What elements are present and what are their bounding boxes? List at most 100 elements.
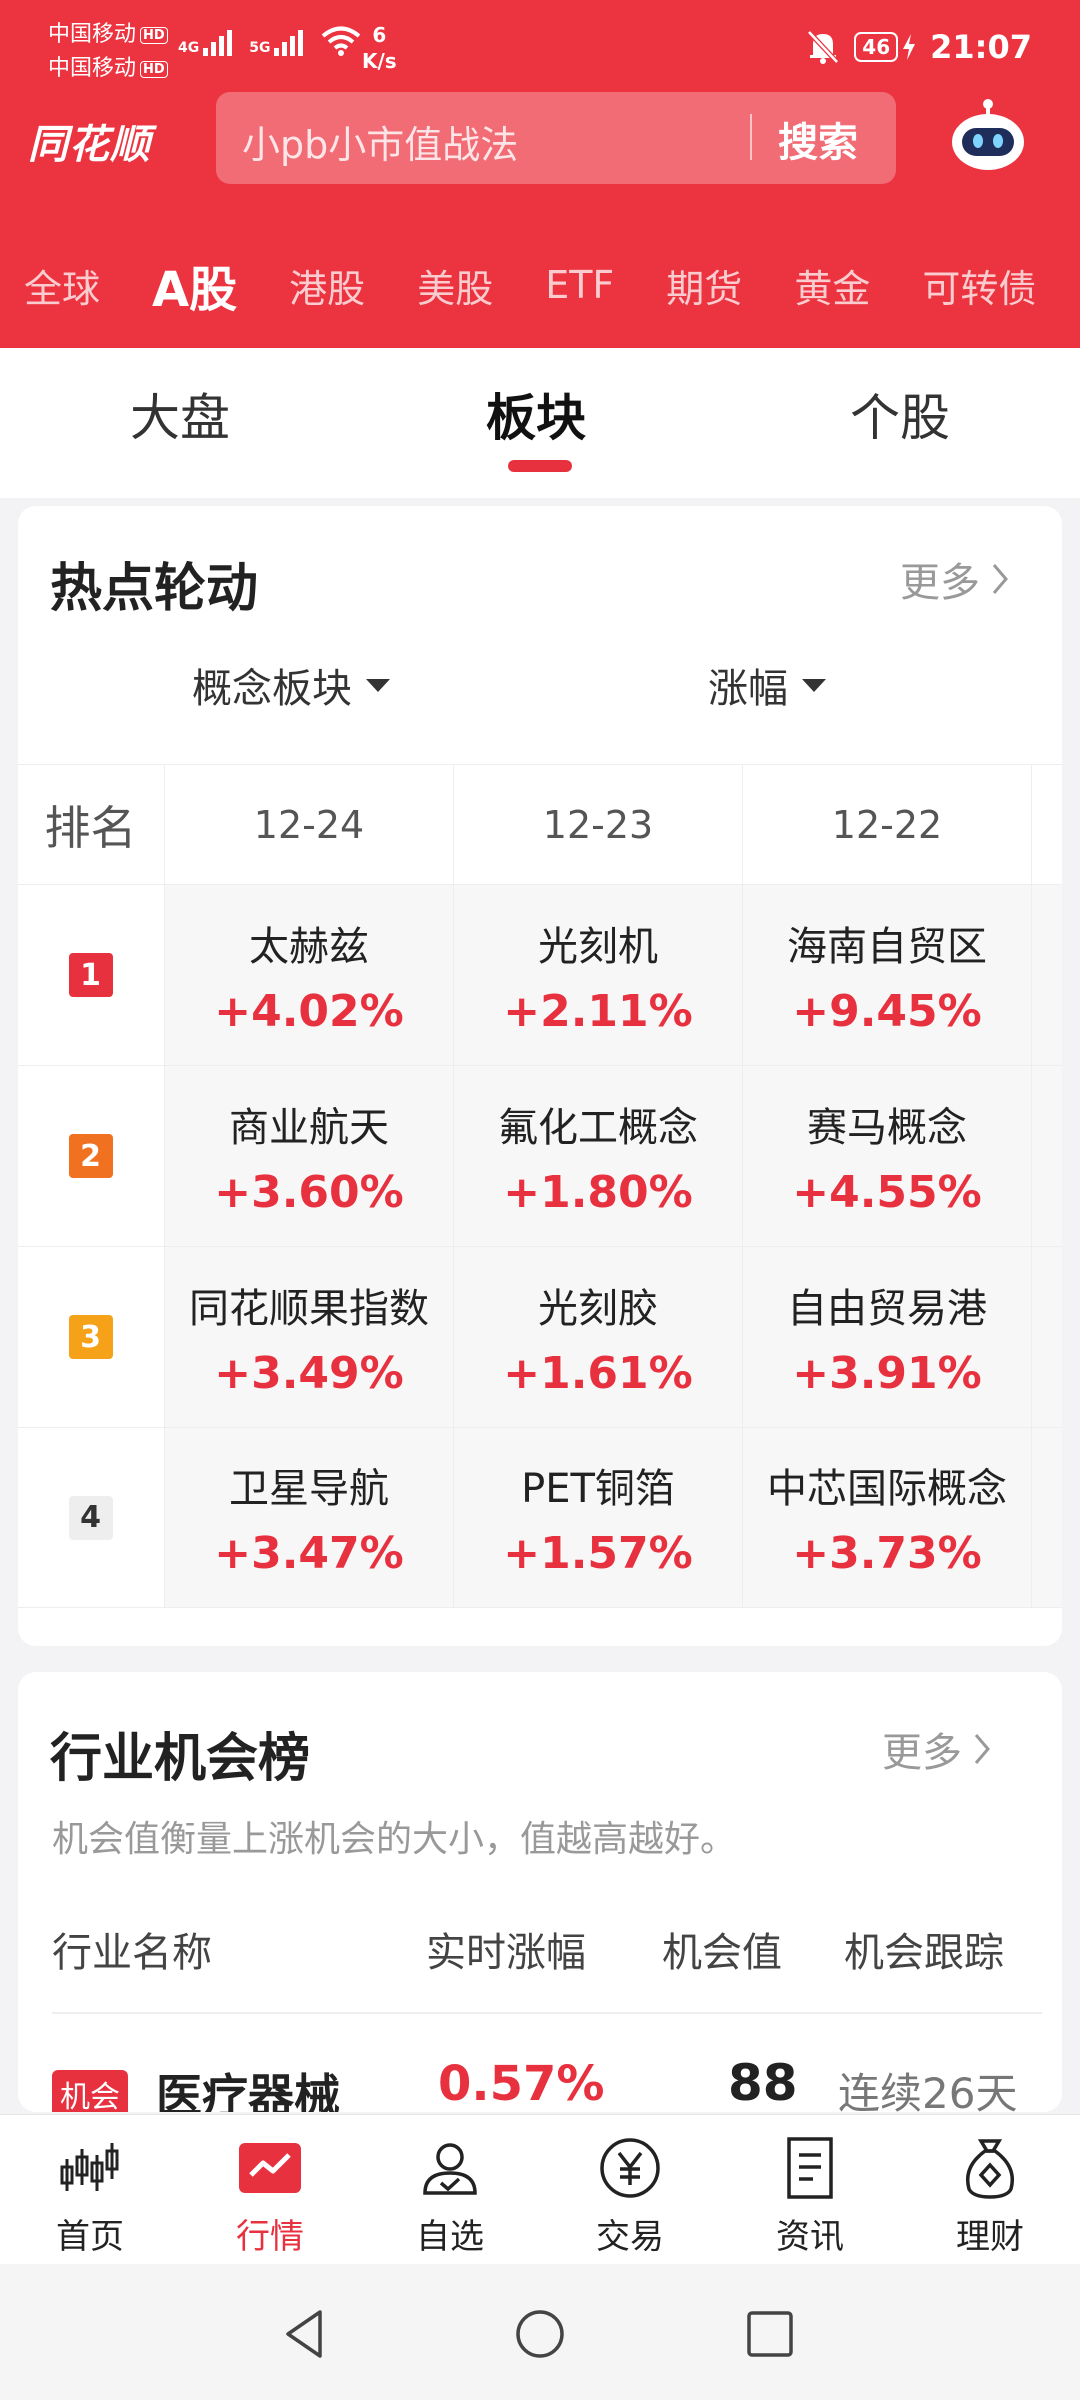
sector-cell[interactable]: 光刻机 +2.11%	[453, 885, 742, 1065]
date-header: 12-22	[831, 802, 943, 847]
sector-cell[interactable]: 自由贸易港 +3.91%	[742, 1247, 1031, 1427]
nav-label: 首页	[56, 2217, 124, 2257]
status-right: 46 21:07	[806, 28, 1032, 66]
hd-badge: HD	[140, 60, 168, 78]
nav-market[interactable]: 行情	[180, 2135, 360, 2258]
sector-cell[interactable]: 氟化工概念 +1.80%	[453, 1066, 742, 1246]
overflow-column	[1031, 1066, 1062, 1246]
sector-cell[interactable]: PET铜箔 +1.57%	[453, 1428, 742, 1607]
sector-cell[interactable]: 海南自贸区 +9.45%	[742, 885, 1031, 1065]
date-header: 12-23	[542, 802, 654, 847]
nav-label: 交易	[596, 2217, 664, 2257]
sector-change: +1.61%	[503, 1347, 693, 1399]
sector-cell[interactable]: 赛马概念 +4.55%	[742, 1066, 1031, 1246]
rank-cell: 3	[18, 1247, 163, 1427]
sector-name: 同花顺果指数	[189, 1285, 429, 1332]
sector-name: 商业航天	[229, 1104, 389, 1151]
net-type-4g: 4G	[178, 40, 200, 56]
active-tab-indicator	[508, 460, 572, 472]
market-tab[interactable]: 美股	[417, 258, 493, 313]
tab-gegu[interactable]: 个股	[850, 378, 950, 450]
money-bag-icon	[966, 2139, 1014, 2199]
market-tab[interactable]: A股	[152, 250, 237, 320]
wifi-icon	[322, 26, 361, 56]
market-tab[interactable]: ETF	[545, 263, 614, 307]
industry-more-link[interactable]: 更多	[882, 1720, 992, 1778]
search-bar[interactable]: 小pb小市值战法 搜索	[216, 92, 896, 184]
nav-watchlist[interactable]: 自选	[360, 2135, 540, 2258]
industry-tracking: 连续26天	[838, 2069, 1018, 2112]
nav-label: 自选	[416, 2217, 484, 2257]
back-icon[interactable]	[276, 2304, 336, 2364]
chevron-right-icon	[992, 564, 1008, 594]
sector-name: 卫星导航	[229, 1466, 389, 1512]
opportunity-tag: 机会	[52, 2070, 128, 2112]
market-tab[interactable]: 可转债	[922, 258, 1036, 313]
nav-label: 资讯	[776, 2217, 844, 2257]
sector-cell[interactable]: 卫星导航 +3.47%	[164, 1428, 453, 1607]
carrier-info: 中国移动 HD 中国移动 HD	[48, 18, 168, 86]
search-divider	[750, 114, 752, 160]
col-realtime-change[interactable]: 实时涨幅	[426, 1920, 586, 1978]
hot-rotation-more-link[interactable]: 更多	[900, 550, 1010, 608]
date-header-cell: 12-24	[164, 765, 453, 884]
tab-dapan[interactable]: 大盘	[130, 378, 230, 450]
sector-change: +3.47%	[214, 1528, 404, 1579]
nav-news[interactable]: 资讯	[720, 2135, 900, 2258]
sort-filter[interactable]: 涨幅	[708, 656, 826, 714]
industry-subtitle: 机会值衡量上涨机会的大小，值越高越好。	[52, 1819, 737, 1860]
hot-rotation-table: 排名 12-24 12-23 12-22 1 太赫兹 +4.02% 光刻机 +2.11%…	[18, 764, 1062, 1608]
sector-cell[interactable]: 商业航天 +3.60%	[164, 1066, 453, 1246]
document-icon	[787, 2137, 833, 2199]
network-indicators: 4G 5G	[178, 24, 362, 56]
more-label: 更多	[900, 560, 980, 606]
market-tab[interactable]: 黄金	[794, 258, 870, 313]
sector-name: 光刻胶	[538, 1285, 658, 1332]
sector-name: PET铜箔	[521, 1466, 675, 1512]
home-icon[interactable]	[510, 2304, 570, 2364]
speed-unit: K/s	[362, 49, 397, 73]
nav-trade[interactable]: 交易	[540, 2135, 720, 2258]
industry-change: 0.57%	[438, 2056, 605, 2112]
overflow-column	[1031, 885, 1062, 1065]
sector-name: 自由贸易港	[787, 1285, 987, 1332]
nav-label: 行情	[236, 2217, 304, 2257]
chevron-right-icon	[974, 1734, 990, 1764]
sector-cell[interactable]: 同花顺果指数 +3.49%	[164, 1247, 453, 1427]
sector-change: +1.80%	[503, 1166, 693, 1218]
nav-home[interactable]: 首页	[0, 2135, 180, 2258]
col-opportunity-tracking: 机会跟踪	[844, 1930, 1004, 1976]
market-tab[interactable]: 全球	[24, 258, 100, 313]
market-tab[interactable]: 期货	[666, 258, 742, 313]
tab-bankuai[interactable]: 板块	[486, 378, 586, 450]
rank-badge: 1	[68, 953, 113, 997]
market-tabs: 全球 A股 港股 美股 ETF 期货 黄金 可转债	[0, 248, 1080, 322]
search-input[interactable]: 小pb小市值战法	[242, 114, 518, 169]
rank-header: 排名	[44, 800, 137, 855]
sector-cell[interactable]: 太赫兹 +4.02%	[164, 885, 453, 1065]
rank-cell: 4	[18, 1428, 163, 1607]
sector-name: 光刻机	[538, 923, 658, 970]
market-tab[interactable]: 港股	[289, 258, 365, 313]
nav-wealth[interactable]: 理财	[900, 2135, 1080, 2258]
divider	[52, 2012, 1042, 2014]
sector-change: +1.57%	[503, 1528, 693, 1579]
col-opportunity-value[interactable]: 机会值	[662, 1920, 782, 1978]
sector-name: 中芯国际概念	[767, 1466, 1007, 1512]
signal-icon	[274, 30, 304, 56]
sector-name: 太赫兹	[249, 923, 369, 970]
sector-cell[interactable]: 光刻胶 +1.61%	[453, 1247, 742, 1427]
industry-title: 行业机会榜	[50, 1729, 311, 1789]
search-button[interactable]: 搜索	[778, 110, 858, 168]
category-filter[interactable]: 概念板块	[192, 656, 390, 714]
candlestick-icon	[60, 2143, 119, 2191]
robot-icon[interactable]	[948, 96, 1028, 176]
charging-bolt-icon	[903, 34, 916, 60]
recents-icon[interactable]	[740, 2304, 800, 2364]
table-header-row: 排名 12-24 12-23 12-22	[18, 764, 1062, 884]
sector-cell[interactable]: 中芯国际概念 +3.73%	[742, 1428, 1031, 1607]
industry-name: 医疗器械	[156, 2069, 340, 2112]
date-header-cell: 12-22	[742, 765, 1031, 884]
date-header: 12-24	[253, 802, 365, 847]
sector-change: +9.45%	[792, 985, 982, 1037]
